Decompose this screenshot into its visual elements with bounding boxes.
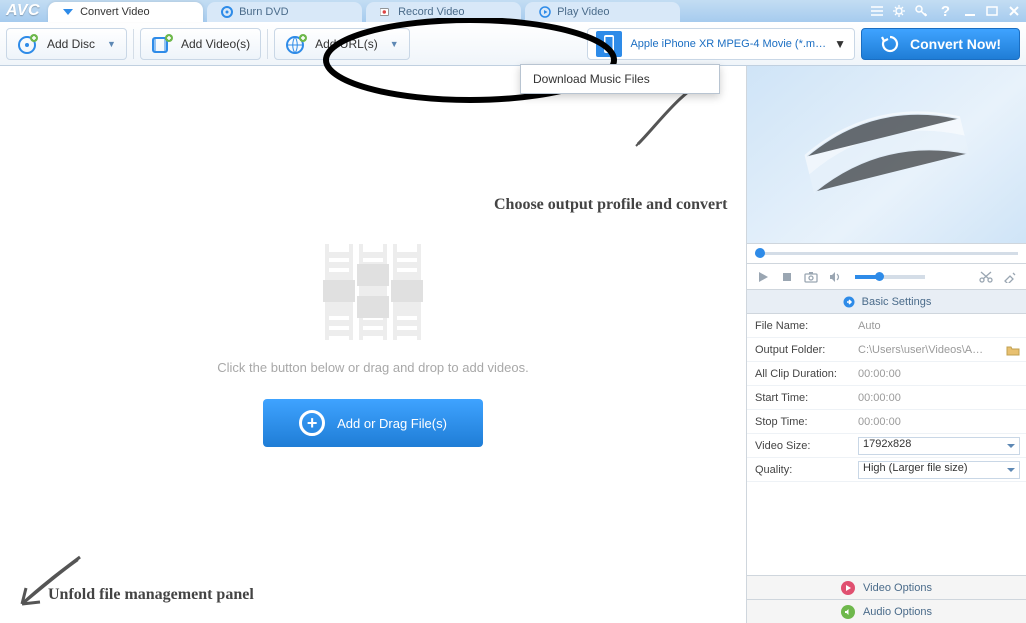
add-files-label: Add or Drag File(s) <box>337 416 447 431</box>
value: 00:00:00 <box>852 368 1026 380</box>
label: Stop Time: <box>747 416 852 428</box>
download-music-item[interactable]: Download Music Files <box>521 65 719 93</box>
maximize-button[interactable] <box>984 3 1000 19</box>
preview-pane <box>747 66 1026 244</box>
audio-options-row[interactable]: Audio Options <box>747 599 1026 623</box>
quality-select[interactable]: High (Larger file size) <box>858 461 1020 479</box>
window-controls: ? <box>869 0 1022 22</box>
film-illustration <box>313 242 433 342</box>
output-path[interactable]: C:\Users\user\Videos\A… <box>858 344 1002 356</box>
close-button[interactable] <box>1006 3 1022 19</box>
app-logo: AVC <box>6 2 40 20</box>
basic-settings-label: Basic Settings <box>862 296 932 308</box>
video-options-row[interactable]: Video Options <box>747 575 1026 599</box>
content-area: Click the button below or drag and drop … <box>0 66 1026 623</box>
film-roll-icon <box>797 100 977 210</box>
tab-label: Play Video <box>557 6 609 18</box>
sidebar: Basic Settings File Name: Auto Output Fo… <box>746 66 1026 623</box>
title-bar: AVC Convert Video Burn DVD Record Video … <box>0 0 1026 22</box>
tab-label: Convert Video <box>80 6 150 18</box>
volume-slider[interactable] <box>855 275 925 279</box>
basic-settings-table: File Name: Auto Output Folder: C:\Users\… <box>747 314 1026 482</box>
minimize-button[interactable] <box>962 3 978 19</box>
tab-label: Record Video <box>398 6 464 18</box>
add-files-button[interactable]: + Add or Drag File(s) <box>263 399 483 447</box>
output-profile-button[interactable]: Apple iPhone XR MPEG-4 Movie (*.m… ▼ <box>587 28 855 60</box>
add-url-button[interactable]: Add URL(s) ▼ <box>274 28 410 60</box>
label: Start Time: <box>747 392 852 404</box>
tab-burn-dvd[interactable]: Burn DVD <box>207 2 362 22</box>
output-profile-label: Apple iPhone XR MPEG-4 Movie (*.m… <box>630 38 826 50</box>
record-icon <box>380 6 392 18</box>
cut-icon[interactable] <box>978 269 994 285</box>
add-videos-button[interactable]: Add Video(s) <box>140 28 261 60</box>
value[interactable]: 00:00:00 <box>852 416 1026 428</box>
label: Quality: <box>747 464 852 476</box>
settings-icon[interactable] <box>891 3 907 19</box>
gear-arrow-icon <box>842 295 856 309</box>
play-icon[interactable] <box>755 269 771 285</box>
row-stop-time: Stop Time: 00:00:00 <box>747 410 1026 434</box>
separator <box>133 29 134 59</box>
video-options-label: Video Options <box>863 582 932 594</box>
phone-profile-icon <box>596 31 622 57</box>
separator <box>267 29 268 59</box>
row-all-clip-duration: All Clip Duration: 00:00:00 <box>747 362 1026 386</box>
refresh-icon <box>880 34 900 54</box>
label: Video Size: <box>747 440 852 452</box>
row-file-name: File Name: Auto <box>747 314 1026 338</box>
folder-icon[interactable] <box>1006 344 1020 356</box>
disc-icon <box>221 6 233 18</box>
globe-plus-icon <box>285 33 307 55</box>
video-dot-icon <box>841 581 855 595</box>
label: Output Folder: <box>747 344 852 356</box>
stop-icon[interactable] <box>779 269 795 285</box>
tools-icon[interactable] <box>1002 269 1018 285</box>
tab-record-video[interactable]: Record Video <box>366 2 521 22</box>
video-size-select[interactable]: 1792x828 <box>858 437 1020 455</box>
playback-slider-row <box>747 244 1026 264</box>
playback-slider[interactable] <box>755 252 1018 255</box>
add-url-dropdown: Download Music Files <box>520 64 720 94</box>
plus-circle-icon: + <box>299 410 325 436</box>
label: File Name: <box>747 320 852 332</box>
row-output-folder: Output Folder: C:\Users\user\Videos\A… <box>747 338 1026 362</box>
chevron-down-icon: ▼ <box>390 39 399 49</box>
snapshot-icon[interactable] <box>803 269 819 285</box>
audio-dot-icon <box>841 605 855 619</box>
tab-play-video[interactable]: Play Video <box>525 2 680 22</box>
tab-label: Burn DVD <box>239 6 289 18</box>
add-disc-button[interactable]: Add Disc ▼ <box>6 28 127 60</box>
tab-strip: Convert Video Burn DVD Record Video Play… <box>48 0 684 22</box>
value[interactable]: Auto <box>852 320 1026 332</box>
chevron-down-icon: ▼ <box>834 37 846 51</box>
add-disc-label: Add Disc <box>47 37 95 51</box>
row-quality: Quality: High (Larger file size) <box>747 458 1026 482</box>
label: All Clip Duration: <box>747 368 852 380</box>
convert-now-label: Convert Now! <box>910 36 1001 52</box>
add-videos-label: Add Video(s) <box>181 37 250 51</box>
main-panel: Click the button below or drag and drop … <box>0 66 746 623</box>
tab-convert-video[interactable]: Convert Video <box>48 2 203 22</box>
toolbar: Add Disc ▼ Add Video(s) Add URL(s) ▼ App… <box>0 22 1026 66</box>
disc-plus-icon <box>17 33 39 55</box>
key-icon[interactable] <box>913 3 929 19</box>
value: C:\Users\user\Videos\A… <box>852 344 1026 356</box>
add-url-label: Add URL(s) <box>315 37 378 51</box>
playback-controls <box>747 264 1026 290</box>
basic-settings-header[interactable]: Basic Settings <box>747 290 1026 314</box>
convert-icon <box>62 6 74 18</box>
help-icon[interactable]: ? <box>941 3 950 20</box>
film-plus-icon <box>151 33 173 55</box>
chevron-down-icon: ▼ <box>107 39 116 49</box>
convert-now-button[interactable]: Convert Now! <box>861 28 1020 60</box>
menu-icon[interactable] <box>869 3 885 19</box>
value[interactable]: 00:00:00 <box>852 392 1026 404</box>
drop-hint-text: Click the button below or drag and drop … <box>217 360 528 375</box>
volume-icon[interactable] <box>827 269 843 285</box>
audio-options-label: Audio Options <box>863 606 932 618</box>
row-start-time: Start Time: 00:00:00 <box>747 386 1026 410</box>
row-video-size: Video Size: 1792x828 <box>747 434 1026 458</box>
play-icon <box>539 6 551 18</box>
